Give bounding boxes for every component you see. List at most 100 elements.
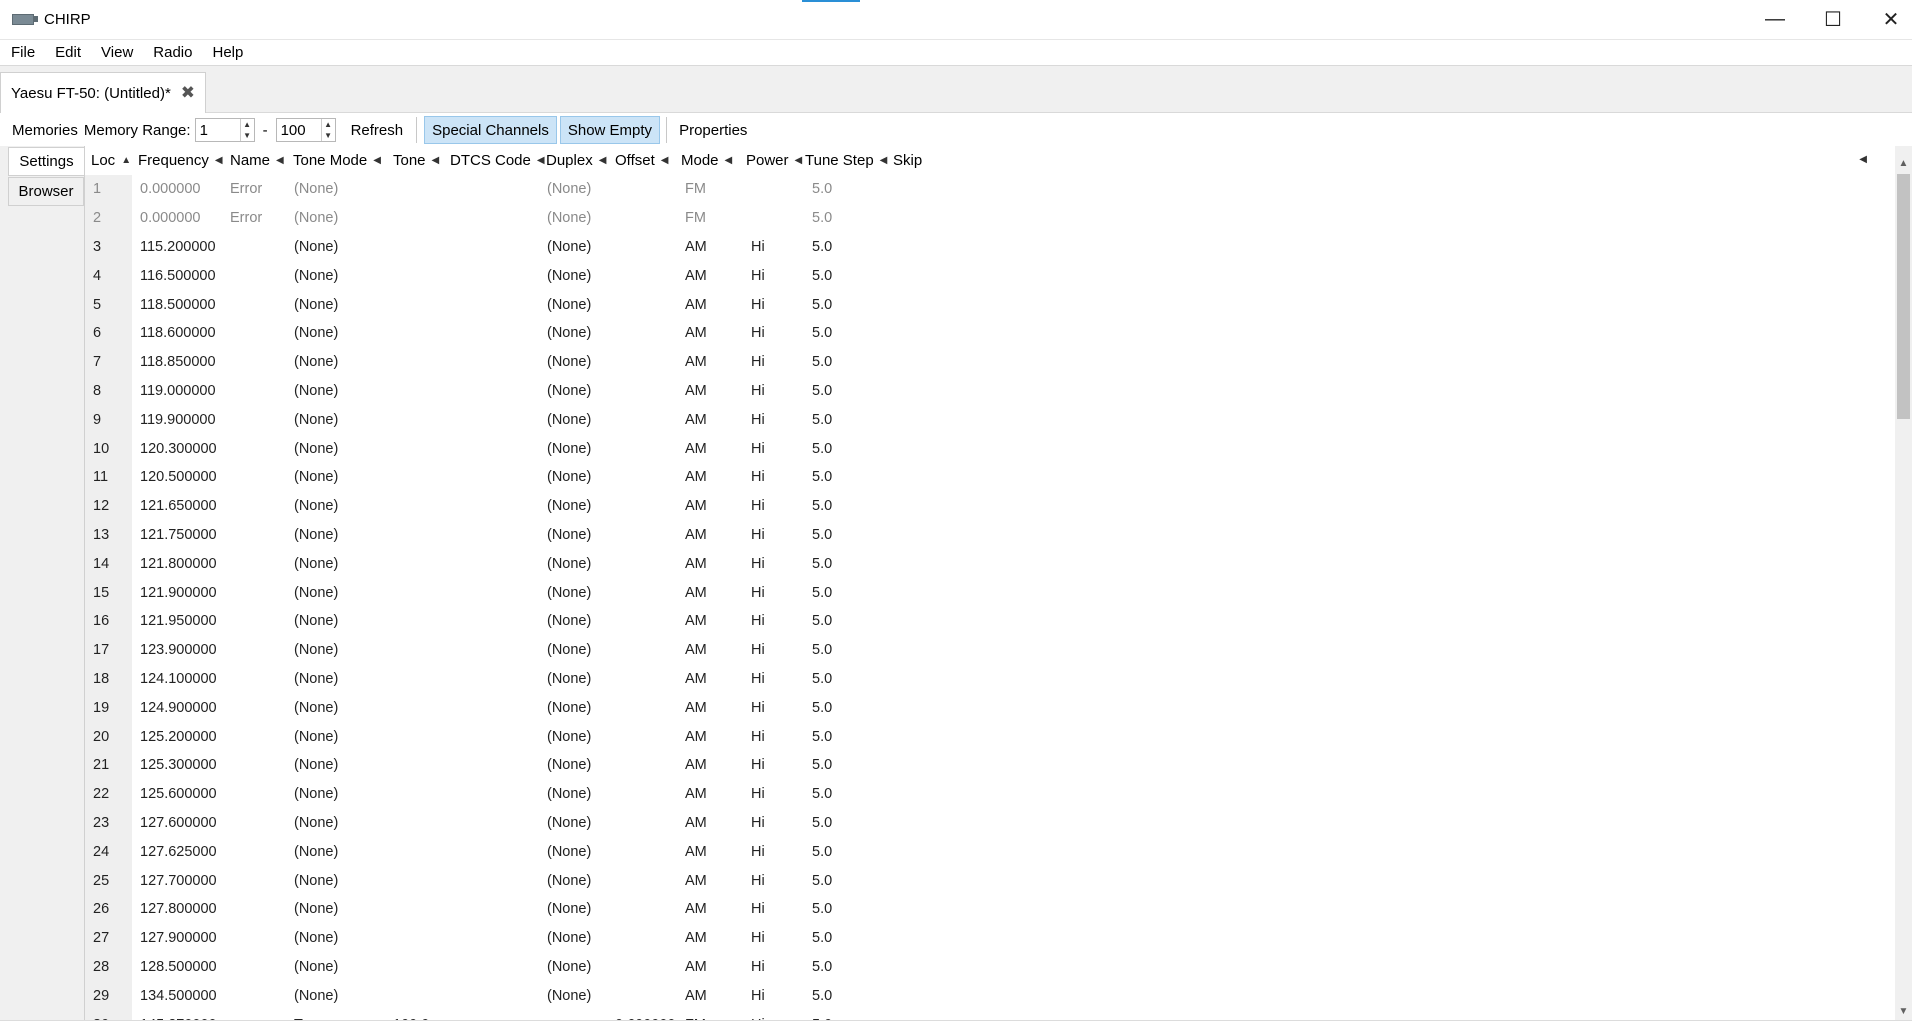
cell-tune-step[interactable]: 5.0 [809, 405, 832, 434]
cell-tone-mode[interactable]: (None) [291, 693, 338, 722]
cell-dtcs-code[interactable] [447, 751, 450, 780]
cell-offset[interactable] [612, 261, 615, 290]
cell-tone[interactable] [390, 492, 393, 521]
cell-loc[interactable]: 26 [90, 895, 109, 924]
cell-duplex[interactable] [544, 1010, 547, 1020]
column-header-skip[interactable]: Skip [890, 146, 922, 175]
cell-tone[interactable] [390, 521, 393, 550]
column-header-mode[interactable]: Mode ◀ [678, 146, 732, 175]
range-start-spinner[interactable]: 1 ▲ ▼ [194, 118, 255, 142]
cell-dtcs-code[interactable] [447, 463, 450, 492]
cell-tone[interactable] [390, 866, 393, 895]
cell-duplex[interactable]: (None) [544, 319, 591, 348]
scroll-down-icon[interactable]: ▼ [1895, 1003, 1912, 1020]
cell-tone-mode[interactable]: (None) [291, 290, 338, 319]
cell-frequency[interactable]: 127.800000 [137, 895, 217, 924]
cell-skip[interactable] [890, 780, 893, 809]
refresh-button[interactable]: Refresh [344, 116, 411, 144]
cell-duplex[interactable]: (None) [544, 492, 591, 521]
cell-tone[interactable] [390, 290, 393, 319]
cell-offset[interactable] [612, 348, 615, 377]
table-row[interactable]: 19 124.900000 (None) (None) AM Hi 5.0 [85, 693, 1865, 722]
table-row[interactable]: 1 0.000000 Error (None) (None) FM 5.0 [85, 175, 1865, 204]
column-arrow-icon[interactable]: ◀ [1859, 154, 1867, 165]
cell-tone[interactable] [390, 636, 393, 665]
cell-duplex[interactable]: (None) [544, 895, 591, 924]
cell-mode[interactable]: AM [682, 434, 707, 463]
cell-dtcs-code[interactable] [447, 953, 450, 982]
cell-tune-step[interactable]: 5.0 [809, 866, 832, 895]
cell-tone-mode[interactable]: (None) [291, 175, 338, 204]
cell-tune-step[interactable]: 5.0 [809, 319, 832, 348]
show-empty-toggle[interactable]: Show Empty [559, 116, 661, 144]
cell-tone[interactable] [390, 665, 393, 694]
cell-tune-step[interactable]: 5.0 [809, 636, 832, 665]
cell-skip[interactable] [890, 348, 893, 377]
cell-duplex[interactable]: (None) [544, 809, 591, 838]
cell-tone-mode[interactable]: (None) [291, 895, 338, 924]
table-row[interactable]: 17 123.900000 (None) (None) AM Hi 5.0 [85, 636, 1865, 665]
cell-tone-mode[interactable]: (None) [291, 549, 338, 578]
cell-tone-mode[interactable]: (None) [291, 607, 338, 636]
cell-tune-step[interactable]: 5.0 [809, 665, 832, 694]
cell-power[interactable]: Hi [748, 722, 765, 751]
table-row[interactable]: 18 124.100000 (None) (None) AM Hi 5.0 [85, 665, 1865, 694]
table-row[interactable]: 11 120.500000 (None) (None) AM Hi 5.0 [85, 463, 1865, 492]
cell-loc[interactable]: 13 [90, 521, 109, 550]
cell-tune-step[interactable]: 5.0 [809, 261, 832, 290]
cell-tone[interactable] [390, 319, 393, 348]
cell-dtcs-code[interactable] [447, 895, 450, 924]
cell-dtcs-code[interactable] [447, 434, 450, 463]
cell-tone-mode[interactable]: (None) [291, 578, 338, 607]
cell-skip[interactable] [890, 290, 893, 319]
cell-skip[interactable] [890, 722, 893, 751]
cell-tone[interactable] [390, 809, 393, 838]
cell-mode[interactable]: AM [682, 866, 707, 895]
cell-mode[interactable]: AM [682, 290, 707, 319]
cell-mode[interactable]: AM [682, 463, 707, 492]
cell-offset[interactable] [612, 924, 615, 953]
cell-frequency[interactable]: 121.650000 [137, 492, 217, 521]
cell-tone-mode[interactable]: (None) [291, 837, 338, 866]
cell-dtcs-code[interactable] [447, 981, 450, 1010]
cell-frequency[interactable]: 118.600000 [137, 319, 216, 348]
cell-power[interactable]: Hi [748, 953, 765, 982]
cell-tone[interactable] [390, 751, 393, 780]
cell-skip[interactable] [890, 549, 893, 578]
menu-radio[interactable]: Radio [142, 44, 201, 61]
cell-dtcs-code[interactable] [447, 780, 450, 809]
cell-duplex[interactable]: (None) [544, 837, 591, 866]
column-header-name[interactable]: Name ◀ [227, 146, 284, 175]
table-row[interactable]: 21 125.300000 (None) (None) AM Hi 5.0 [85, 751, 1865, 780]
cell-power[interactable]: Hi [748, 578, 765, 607]
table-row[interactable]: 27 127.900000 (None) (None) AM Hi 5.0 [85, 924, 1865, 953]
cell-tone[interactable] [390, 233, 393, 262]
table-row[interactable]: 13 121.750000 (None) (None) AM Hi 5.0 [85, 521, 1865, 550]
cell-name[interactable] [227, 549, 230, 578]
table-row[interactable]: 2 0.000000 Error (None) (None) FM 5.0 [85, 204, 1865, 233]
menu-help[interactable]: Help [201, 44, 252, 61]
cell-dtcs-code[interactable] [447, 607, 450, 636]
cell-tone[interactable] [390, 895, 393, 924]
cell-frequency[interactable]: 123.900000 [137, 636, 217, 665]
cell-power[interactable]: Hi [748, 607, 765, 636]
cell-mode[interactable]: AM [682, 492, 707, 521]
cell-offset[interactable] [612, 377, 615, 406]
cell-offset[interactable] [612, 290, 615, 319]
cell-tone-mode[interactable]: (None) [291, 665, 338, 694]
cell-loc[interactable]: 9 [90, 405, 101, 434]
table-row[interactable]: 6 118.600000 (None) (None) AM Hi 5.0 [85, 319, 1865, 348]
cell-tone[interactable] [390, 693, 393, 722]
cell-frequency[interactable]: 124.900000 [137, 693, 217, 722]
cell-tone[interactable] [390, 837, 393, 866]
column-arrow-icon[interactable]: ◀ [880, 155, 888, 166]
cell-duplex[interactable]: (None) [544, 348, 591, 377]
cell-skip[interactable] [890, 463, 893, 492]
close-button[interactable]: ✕ [1862, 0, 1912, 39]
cell-name[interactable] [227, 578, 230, 607]
cell-tone[interactable] [390, 463, 393, 492]
spin-down-icon[interactable]: ▼ [322, 130, 335, 141]
cell-tone-mode[interactable]: (None) [291, 809, 338, 838]
menu-edit[interactable]: Edit [44, 44, 90, 61]
cell-tune-step[interactable]: 5.0 [809, 607, 832, 636]
